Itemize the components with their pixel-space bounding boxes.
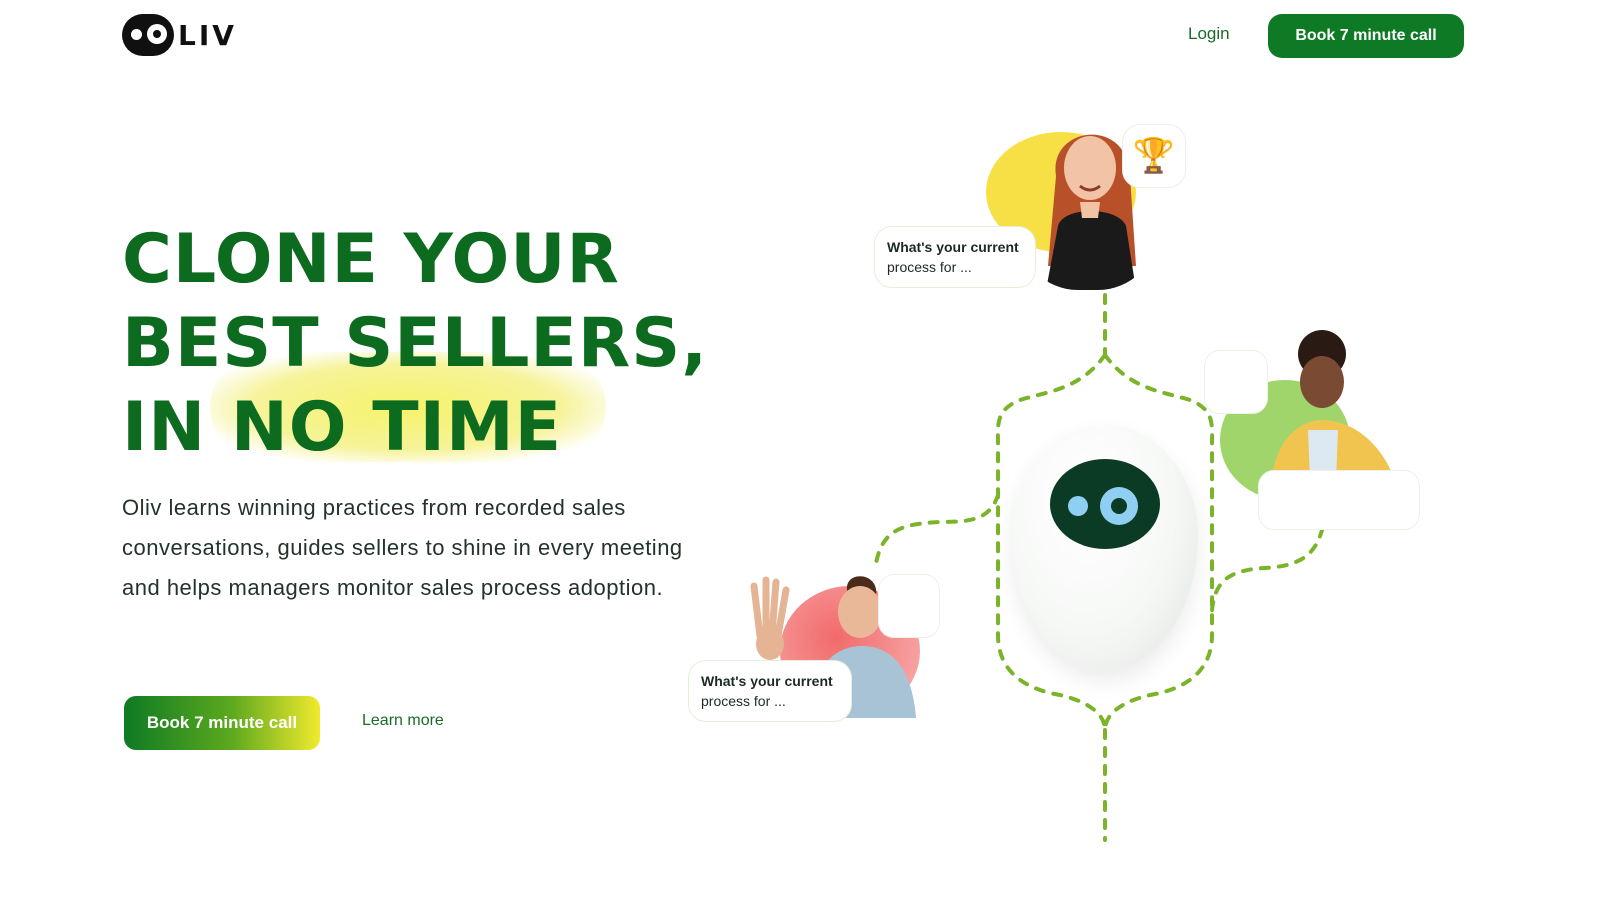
chat-bottom-line-2: process for ...	[701, 693, 786, 709]
login-link[interactable]: Login	[1188, 24, 1230, 44]
chat-top-line-1: What's your current	[887, 239, 1019, 255]
learn-more-link[interactable]: Learn more	[362, 712, 444, 730]
hero-illustration: 🏆 What's your current process for ... Wh…	[688, 100, 1580, 860]
headline-line-1: CLONE YOUR	[122, 220, 620, 299]
robot-face-icon	[1050, 459, 1160, 549]
oliv-logo[interactable]: LIV	[122, 14, 237, 56]
chat-bubble-bottom: What's your current process for ...	[688, 660, 852, 722]
logo-wordmark: LIV	[178, 18, 237, 52]
empty-card-right-top	[1204, 350, 1268, 414]
headline-line-2: BEST SELLERS,	[122, 304, 709, 383]
hero-description: Oliv learns winning practices from recor…	[122, 495, 683, 600]
site-header: LIV Login Book 7 minute call	[0, 0, 1600, 72]
book-call-hero-button[interactable]: Book 7 minute call	[124, 696, 320, 750]
trophy-icon: 🏆	[1122, 124, 1186, 188]
headline-line-3: IN NO TIME	[122, 388, 563, 467]
chat-top-line-2: process for ...	[887, 259, 972, 275]
chat-bottom-line-1: What's your current	[701, 673, 833, 689]
empty-card-right-bottom	[1258, 470, 1420, 530]
chat-bubble-top: What's your current process for ...	[874, 226, 1036, 288]
book-call-header-button[interactable]: Book 7 minute call	[1268, 14, 1464, 58]
empty-card-bottom	[878, 574, 940, 638]
hero-headline: CLONE YOUR BEST SELLERS, IN NO TIME	[122, 218, 822, 470]
logo-eyes-icon	[122, 14, 174, 56]
